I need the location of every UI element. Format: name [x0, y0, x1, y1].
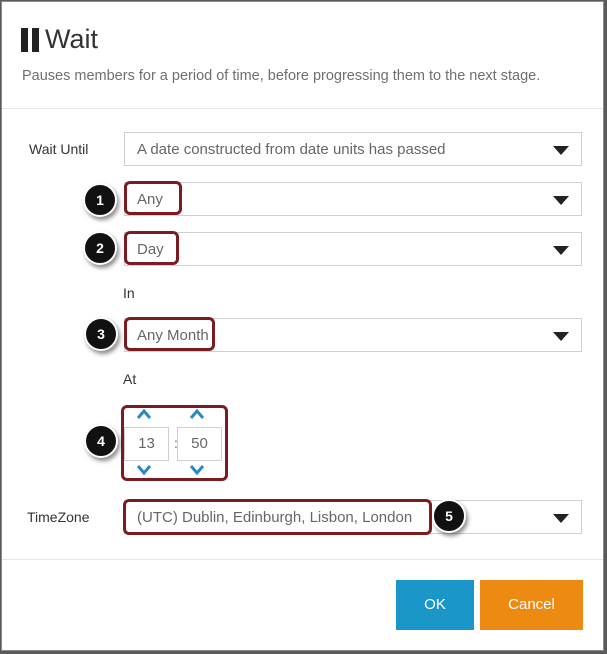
- wait-until-select[interactable]: A date constructed from date units has p…: [124, 132, 582, 166]
- highlight-box: [124, 231, 179, 265]
- step-marker-1: 1: [83, 183, 117, 217]
- chevron-down-icon: [553, 332, 569, 341]
- dialog-subtitle: Pauses members for a period of time, bef…: [22, 68, 541, 84]
- chevron-down-icon: [553, 196, 569, 205]
- chevron-down-icon: [553, 246, 569, 255]
- step-marker-5: 5: [432, 499, 466, 533]
- highlight-box: [121, 405, 228, 481]
- wait-until-value: A date constructed from date units has p…: [137, 141, 446, 158]
- at-label: At: [123, 371, 137, 387]
- ok-button[interactable]: OK: [396, 580, 474, 630]
- wait-until-label: Wait Until: [29, 141, 89, 157]
- chevron-down-icon: [553, 514, 569, 523]
- timezone-label: TimeZone: [27, 509, 90, 525]
- wait-dialog: Wait Pauses members for a period of time…: [1, 1, 604, 651]
- highlight-box: [124, 317, 215, 351]
- chevron-down-icon: [553, 146, 569, 155]
- step-marker-3: 3: [84, 317, 118, 351]
- day-unit-select[interactable]: Day: [124, 232, 582, 266]
- pause-icon: [21, 27, 39, 52]
- step-marker-4: 4: [84, 424, 118, 458]
- dialog-header: Wait Pauses members for a period of time…: [2, 2, 603, 109]
- highlight-box: [123, 499, 432, 535]
- in-label: In: [123, 285, 135, 301]
- day-qualifier-select[interactable]: Any: [124, 182, 582, 216]
- step-marker-2: 2: [83, 231, 117, 265]
- dialog-title: Wait: [45, 24, 98, 54]
- highlight-box: [124, 181, 182, 215]
- cancel-button[interactable]: Cancel: [480, 580, 583, 630]
